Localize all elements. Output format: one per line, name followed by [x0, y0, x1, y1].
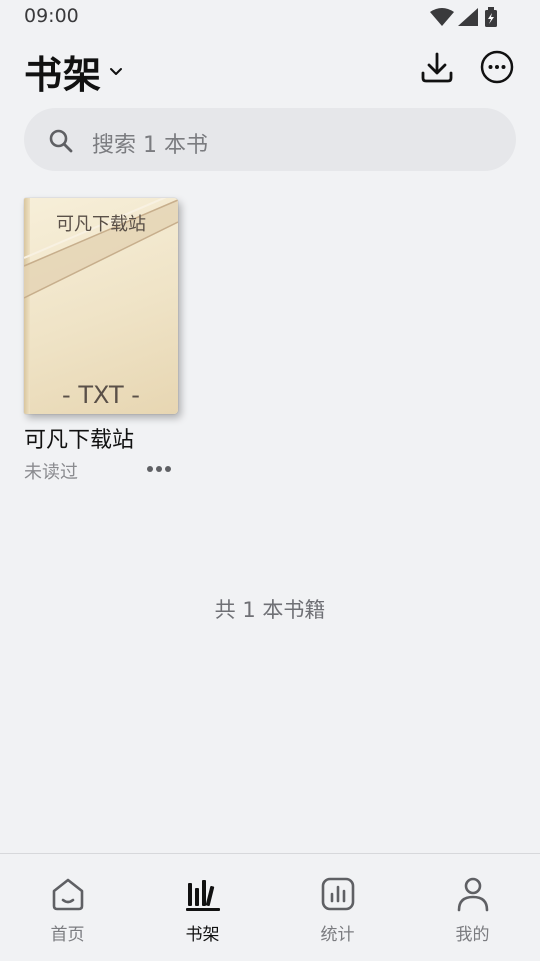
nav-item-profile[interactable]: 我的 — [405, 854, 540, 961]
download-icon — [421, 52, 453, 83]
nav-item-bookshelf[interactable]: 书架 — [135, 854, 270, 961]
nav-label-stats: 统计 — [320, 925, 355, 945]
bottom-nav: 首页 书架 统计 我的 — [0, 853, 540, 961]
nav-label-profile: 我的 — [455, 925, 490, 945]
shelf-selector[interactable]: 书架 — [24, 44, 124, 99]
status-bar: 09:00 — [0, 0, 540, 34]
nav-label-bookshelf: 书架 — [185, 925, 220, 945]
book-read-status: 未读过 — [24, 462, 78, 483]
stats-icon — [321, 877, 355, 911]
nav-item-stats[interactable]: 统计 — [270, 854, 405, 961]
battery-charging-icon — [485, 7, 497, 27]
cover-format: - TXT - — [62, 381, 140, 409]
status-icons — [430, 7, 497, 27]
more-horizontal-icon[interactable] — [144, 460, 174, 478]
nav-item-home[interactable]: 首页 — [0, 854, 135, 961]
person-icon — [457, 877, 489, 912]
nav-label-home: 首页 — [50, 925, 85, 945]
header: 书架 — [0, 40, 540, 100]
wifi-icon — [430, 8, 454, 26]
search-icon — [49, 129, 73, 153]
status-time: 09:00 — [24, 5, 79, 27]
page-title: 书架 — [24, 53, 103, 97]
search-placeholder: 搜索 1 本书 — [92, 133, 208, 158]
home-icon — [52, 878, 84, 911]
book-count: 共 1 本书籍 — [214, 598, 326, 622]
more-circle-icon — [480, 50, 514, 84]
book-title[interactable]: 可凡下载站 — [24, 422, 134, 454]
signal-icon — [458, 8, 478, 26]
chevron-down-icon — [110, 67, 123, 75]
more-options-button[interactable] — [478, 48, 516, 86]
cover-title: 可凡下载站 — [56, 214, 146, 235]
download-button[interactable] — [418, 48, 456, 86]
bookshelf-icon — [186, 880, 220, 911]
book-cover[interactable]: 可凡下载站 - TXT - — [24, 198, 178, 414]
